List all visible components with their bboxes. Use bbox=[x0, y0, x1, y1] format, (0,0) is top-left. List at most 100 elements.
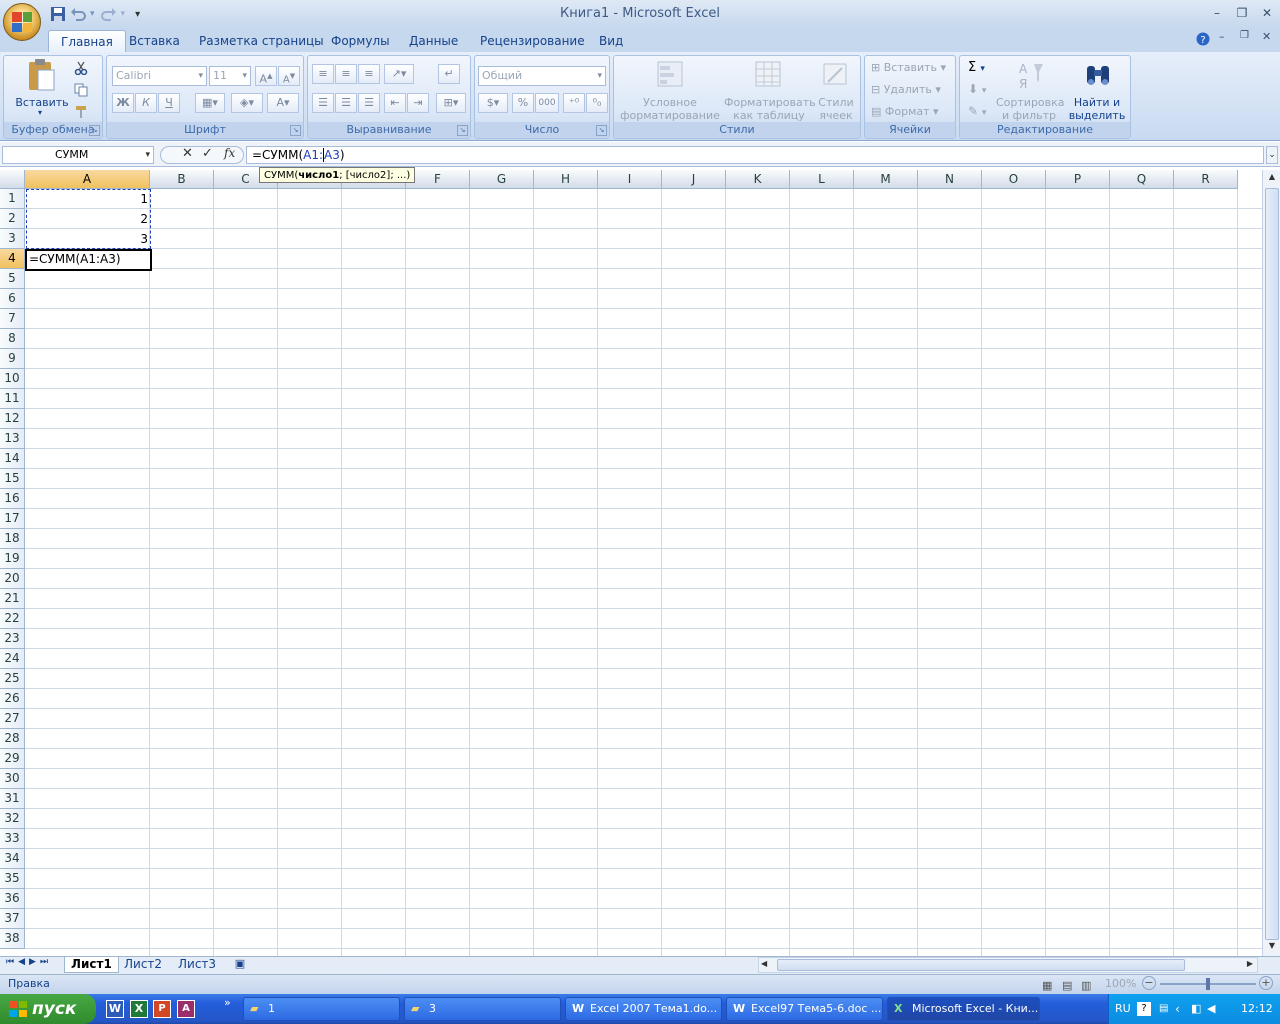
percent-format-button[interactable]: % bbox=[512, 93, 534, 113]
quicklaunch-access-icon[interactable]: A bbox=[177, 1000, 195, 1018]
cell-a4-active[interactable]: =СУММ(A1:A3) bbox=[25, 249, 152, 271]
tab-insert[interactable]: Вставка bbox=[117, 30, 192, 52]
column-header-a[interactable]: A bbox=[25, 170, 150, 189]
fill-button[interactable]: ⬇ ▾ bbox=[968, 82, 986, 96]
row-header-11[interactable]: 11 bbox=[0, 389, 25, 409]
volume-icon[interactable]: ◀ bbox=[1207, 994, 1215, 1024]
quicklaunch-powerpoint-icon[interactable]: P bbox=[153, 1000, 171, 1018]
expand-formula-bar-icon[interactable]: ⌄ bbox=[1266, 146, 1278, 164]
quicklaunch-word-icon[interactable]: W bbox=[106, 1000, 124, 1018]
column-header-m[interactable]: M bbox=[854, 170, 918, 189]
tab-view[interactable]: Вид bbox=[587, 30, 635, 52]
row-header-32[interactable]: 32 bbox=[0, 809, 25, 829]
row-header-15[interactable]: 15 bbox=[0, 469, 25, 489]
taskbar-word-doc-1[interactable]: W Excel 2007 Тема1.do... bbox=[565, 997, 722, 1021]
tab-review[interactable]: Рецензирование bbox=[468, 30, 597, 52]
number-format-combo[interactable]: Общий bbox=[478, 66, 606, 86]
row-header-22[interactable]: 22 bbox=[0, 609, 25, 629]
row-header-36[interactable]: 36 bbox=[0, 889, 25, 909]
zoom-out-icon[interactable]: − bbox=[1142, 976, 1156, 990]
increase-indent-button[interactable]: ⇥ bbox=[407, 93, 429, 113]
worksheet-grid[interactable]: ABCDEFGHIJKLMNOPQR 123456789101112131415… bbox=[0, 170, 1262, 956]
row-header-17[interactable]: 17 bbox=[0, 509, 25, 529]
column-header-l[interactable]: L bbox=[790, 170, 854, 189]
quicklaunch-more-icon[interactable]: » bbox=[224, 996, 231, 1009]
row-header-7[interactable]: 7 bbox=[0, 309, 25, 329]
merge-center-button[interactable]: ⊞▾ bbox=[436, 93, 466, 113]
row-header-18[interactable]: 18 bbox=[0, 529, 25, 549]
row-header-10[interactable]: 10 bbox=[0, 369, 25, 389]
row-header-27[interactable]: 27 bbox=[0, 709, 25, 729]
bold-button[interactable]: Ж bbox=[112, 93, 134, 113]
scroll-left-icon[interactable]: ◀ bbox=[761, 959, 767, 968]
workbook-restore-button[interactable]: ❐ bbox=[1240, 30, 1249, 41]
scroll-down-icon[interactable]: ▼ bbox=[1265, 941, 1279, 955]
sheet-nav-icons[interactable]: ⏮◀▶⏭ bbox=[6, 957, 52, 967]
page-break-view-icon[interactable]: ▥ bbox=[1081, 977, 1091, 995]
row-header-26[interactable]: 26 bbox=[0, 689, 25, 709]
shrink-font-button[interactable]: A▼ bbox=[278, 66, 300, 86]
row-header-14[interactable]: 14 bbox=[0, 449, 25, 469]
name-box[interactable]: СУММ bbox=[2, 146, 154, 164]
office-button[interactable] bbox=[3, 3, 41, 41]
row-header-2[interactable]: 2 bbox=[0, 209, 25, 229]
taskbar-folder-3[interactable]: ▰ 3 bbox=[404, 997, 561, 1021]
autosum-button[interactable]: Σ ▾ bbox=[968, 60, 985, 75]
format-as-table-button[interactable]: Форматировать как таблицу bbox=[724, 58, 816, 122]
align-bottom-button[interactable]: ≡ bbox=[358, 64, 380, 84]
insert-function-icon[interactable]: fx bbox=[224, 146, 235, 160]
help-tray-icon[interactable]: ? bbox=[1137, 1002, 1151, 1016]
column-header-k[interactable]: K bbox=[726, 170, 790, 189]
taskbar-word-doc-2[interactable]: W Excel97 Тема5-6.doc ... bbox=[726, 997, 883, 1021]
column-header-o[interactable]: O bbox=[982, 170, 1046, 189]
row-header-38[interactable]: 38 bbox=[0, 929, 25, 949]
tab-home[interactable]: Главная bbox=[48, 30, 126, 52]
column-header-b[interactable]: B bbox=[150, 170, 214, 189]
wrap-text-button[interactable]: ↵ bbox=[438, 64, 460, 84]
workbook-minimize-button[interactable]: – bbox=[1219, 30, 1225, 43]
align-top-button[interactable]: ≡ bbox=[312, 64, 334, 84]
underline-button[interactable]: Ч bbox=[158, 93, 180, 113]
row-header-23[interactable]: 23 bbox=[0, 629, 25, 649]
cell-a2[interactable]: 2 bbox=[26, 210, 148, 230]
sort-filter-button[interactable]: AЯ Сортировка и фильтр bbox=[996, 58, 1065, 122]
paste-button[interactable]: Вставить ▾ bbox=[12, 58, 69, 118]
row-header-9[interactable]: 9 bbox=[0, 349, 25, 369]
row-header-21[interactable]: 21 bbox=[0, 589, 25, 609]
font-launcher-icon[interactable]: ↘ bbox=[290, 125, 301, 136]
help-icon[interactable]: ? bbox=[1196, 32, 1210, 46]
align-middle-button[interactable]: ≡ bbox=[335, 64, 357, 84]
comma-format-button[interactable]: 000 bbox=[535, 93, 559, 113]
copy-icon[interactable] bbox=[74, 83, 88, 97]
row-header-28[interactable]: 28 bbox=[0, 729, 25, 749]
number-launcher-icon[interactable]: ↘ bbox=[596, 125, 607, 136]
insert-sheet-icon[interactable]: ▣ bbox=[228, 957, 252, 973]
function-tooltip[interactable]: СУММ(число1; [число2]; ...) bbox=[259, 167, 416, 183]
scroll-right-icon[interactable]: ▶ bbox=[1247, 959, 1253, 968]
row-header-3[interactable]: 3 bbox=[0, 229, 25, 249]
row-header-5[interactable]: 5 bbox=[0, 269, 25, 289]
cut-icon[interactable] bbox=[74, 61, 88, 75]
column-header-r[interactable]: R bbox=[1174, 170, 1238, 189]
align-left-button[interactable]: ☰ bbox=[312, 93, 334, 113]
clear-button[interactable]: ✎ ▾ bbox=[968, 104, 986, 118]
taskbar-excel-window[interactable]: X Microsoft Excel - Кни... bbox=[887, 997, 1040, 1021]
horizontal-scrollbar[interactable]: ◀ ▶ bbox=[758, 957, 1258, 973]
start-button[interactable]: пуск bbox=[0, 994, 96, 1024]
page-layout-view-icon[interactable]: ▤ bbox=[1062, 977, 1072, 995]
row-header-6[interactable]: 6 bbox=[0, 289, 25, 309]
formula-input[interactable]: =СУММ(A1:A3) bbox=[246, 146, 1264, 164]
row-header-37[interactable]: 37 bbox=[0, 909, 25, 929]
tray-expand-icon[interactable]: ‹ bbox=[1175, 994, 1180, 1024]
quicklaunch-excel-icon[interactable]: X bbox=[130, 1000, 148, 1018]
select-all-corner[interactable] bbox=[0, 170, 25, 189]
align-right-button[interactable]: ☰ bbox=[358, 93, 380, 113]
close-button[interactable]: ✕ bbox=[1256, 5, 1278, 21]
cell-a1[interactable]: 1 bbox=[26, 190, 148, 210]
font-size-combo[interactable]: 11 bbox=[209, 66, 251, 86]
row-header-24[interactable]: 24 bbox=[0, 649, 25, 669]
row-header-4[interactable]: 4 bbox=[0, 249, 25, 269]
grow-font-button[interactable]: A▲ bbox=[255, 66, 277, 86]
minimize-button[interactable]: – bbox=[1206, 5, 1228, 21]
orientation-button[interactable]: ↗▾ bbox=[384, 64, 414, 84]
